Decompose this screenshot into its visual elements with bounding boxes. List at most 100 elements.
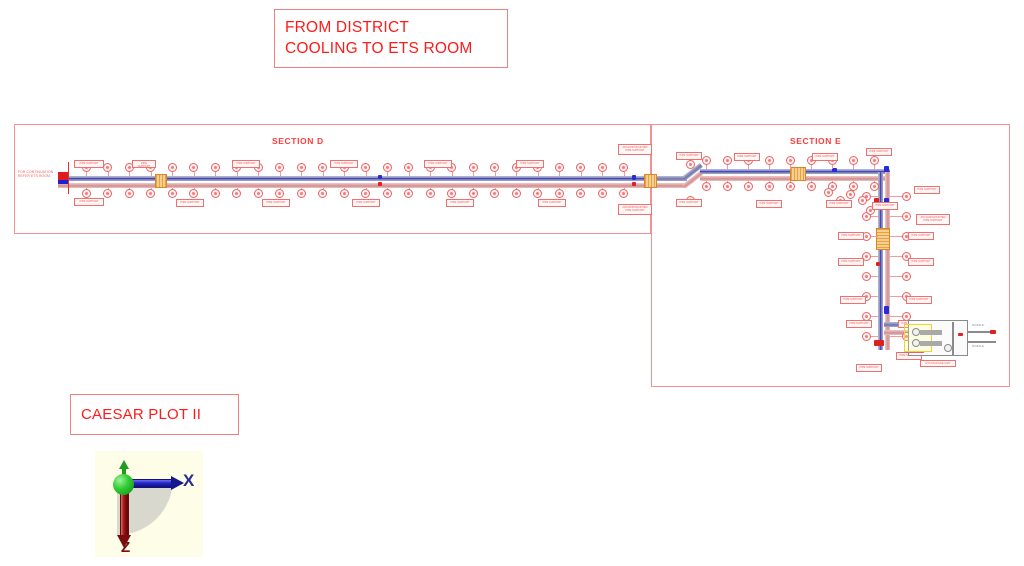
anchor-marker-d-2 <box>378 182 382 186</box>
expansion-joint-d-1 <box>155 174 167 188</box>
restraint-leader <box>193 172 195 176</box>
riser-restraint-leader <box>890 256 902 257</box>
restraint-leader <box>172 172 173 176</box>
annotation-tag: PIPE SUPPORT <box>838 258 864 266</box>
annotation-tag: PIPE SUPPORT <box>872 202 898 210</box>
restraint-leader <box>623 188 625 189</box>
annotation-tag: PIPE SUPPORT <box>516 160 544 168</box>
caesar-plot-canvas: FROM DISTRICT COOLING TO ETS ROOM CAESAR… <box>0 0 1024 566</box>
nozzle-tag-2: NOZZLE <box>972 344 984 348</box>
restraint-leader <box>748 165 749 169</box>
pipe-restraint-node <box>275 189 284 198</box>
riser-restraint-node <box>902 271 911 281</box>
annotation-tag: PIPE SUPPORT <box>232 160 260 168</box>
annotation-tag: PIPE SUPPORT <box>734 153 760 161</box>
annotation-tag: PIPE SUPPORT <box>446 199 474 207</box>
riser-restraint-leader <box>871 196 878 197</box>
pipe-restraint-node <box>701 156 711 165</box>
restraint-leader <box>537 172 539 176</box>
pipe-restraint-node <box>425 189 435 198</box>
restraint-leader <box>473 188 474 189</box>
pipe-restraint-node <box>597 163 607 172</box>
restraint-leader <box>430 172 431 176</box>
supply-centerline-d <box>58 178 652 179</box>
skid-divider <box>952 322 954 356</box>
expansion-joint-d-2 <box>644 174 657 188</box>
restraint-leader <box>107 188 109 189</box>
restraint-leader <box>387 188 388 189</box>
riser-restraint-leader <box>890 216 902 217</box>
triad-origin-sphere <box>113 474 134 495</box>
pipe-restraint-node <box>382 163 392 172</box>
restraint-leader <box>559 188 560 189</box>
riser-restraint-leader <box>890 316 902 317</box>
restraint-leader <box>769 165 770 169</box>
annotation-tag: PIPE SUPPORT <box>908 232 934 240</box>
annotation-tag: PIPE SUPPORT <box>424 160 452 168</box>
riser-restraint-leader <box>871 296 878 297</box>
pipe-restraint-node <box>468 189 478 198</box>
annotation-tag: PIPE SUPPORT <box>176 199 204 207</box>
annotation-tag: PIPE SUPPORT <box>812 153 838 161</box>
pipe-restraint-node <box>869 182 879 191</box>
elbow-restraint-node <box>846 190 855 199</box>
riser-restraint-node <box>862 271 871 281</box>
annotation-tag: PIPE SUPPORT <box>74 198 104 206</box>
restraint-leader <box>279 172 281 176</box>
pipe-restraint-node <box>490 189 499 198</box>
supply-riser-centerline-e <box>880 172 881 350</box>
riser-restraint-leader <box>890 336 902 337</box>
pipe-restraint-node <box>468 163 478 172</box>
restraint-leader <box>107 172 109 176</box>
pipe-restraint-node <box>318 189 327 198</box>
anchor-marker-e-4 <box>876 262 880 266</box>
pipe-restraint-node <box>404 163 413 172</box>
pipe-restraint-node <box>490 163 499 172</box>
pipe-restraint-node <box>576 163 585 172</box>
pipe-restraint-node <box>189 163 198 172</box>
restraint-leader <box>580 188 582 189</box>
restraint-leader <box>279 188 281 189</box>
restraint-leader <box>473 172 474 176</box>
restraint-leader <box>129 188 130 189</box>
return-pipe-d <box>58 183 652 188</box>
restraint-leader <box>874 181 875 182</box>
pipe-restraint-node <box>404 189 413 198</box>
riser-restraint-node <box>862 331 871 341</box>
nozzle-tag-1: NOZZLE <box>972 323 984 327</box>
restraint-leader <box>408 188 410 189</box>
restraint-leader <box>623 172 625 176</box>
restraint-leader <box>516 172 517 176</box>
restraint-leader <box>790 165 791 169</box>
pipe-restraint-node <box>146 189 155 198</box>
section-e-label: SECTION E <box>790 136 842 146</box>
z-axis-label: Z <box>121 539 131 556</box>
pipe-restraint-node <box>296 163 306 172</box>
restraint-leader <box>516 188 517 189</box>
pipe-restraint-node <box>785 182 795 191</box>
annotation-tag: PIPE SUPPORT <box>676 152 702 160</box>
restraint-leader <box>322 172 324 176</box>
pipe-restraint-node <box>722 182 732 191</box>
restraint-leader <box>365 188 367 189</box>
pipe-restraint-node <box>167 189 177 198</box>
annotation-tag: ANCHOR MOUNTED PIPE SUPPORT <box>916 214 950 225</box>
restraint-leader <box>86 188 87 189</box>
restraint-leader <box>580 172 582 176</box>
outlet-anchor-1 <box>990 330 996 334</box>
pipe-restraint-node <box>253 189 263 198</box>
pipe-restraint-node <box>103 163 112 172</box>
restraint-leader <box>236 188 238 189</box>
restraint-leader <box>172 188 173 189</box>
annotation-tag: PIPE SUPPORT <box>826 200 852 208</box>
annotation-tag: PIPE SUPPORT <box>676 199 702 207</box>
expansion-joint-e-riser <box>876 228 890 250</box>
pipe-restraint-node <box>806 182 816 191</box>
restraint-leader <box>706 181 707 182</box>
pipe-restraint-node <box>232 189 241 198</box>
nozzle-circle-3 <box>944 344 952 352</box>
elbow-restraint-node <box>858 196 867 205</box>
anchor-marker-d-3 <box>632 175 636 180</box>
pipe-restraint-node <box>619 163 628 172</box>
annotation-tag: PIPE SUPPORT <box>840 296 866 304</box>
